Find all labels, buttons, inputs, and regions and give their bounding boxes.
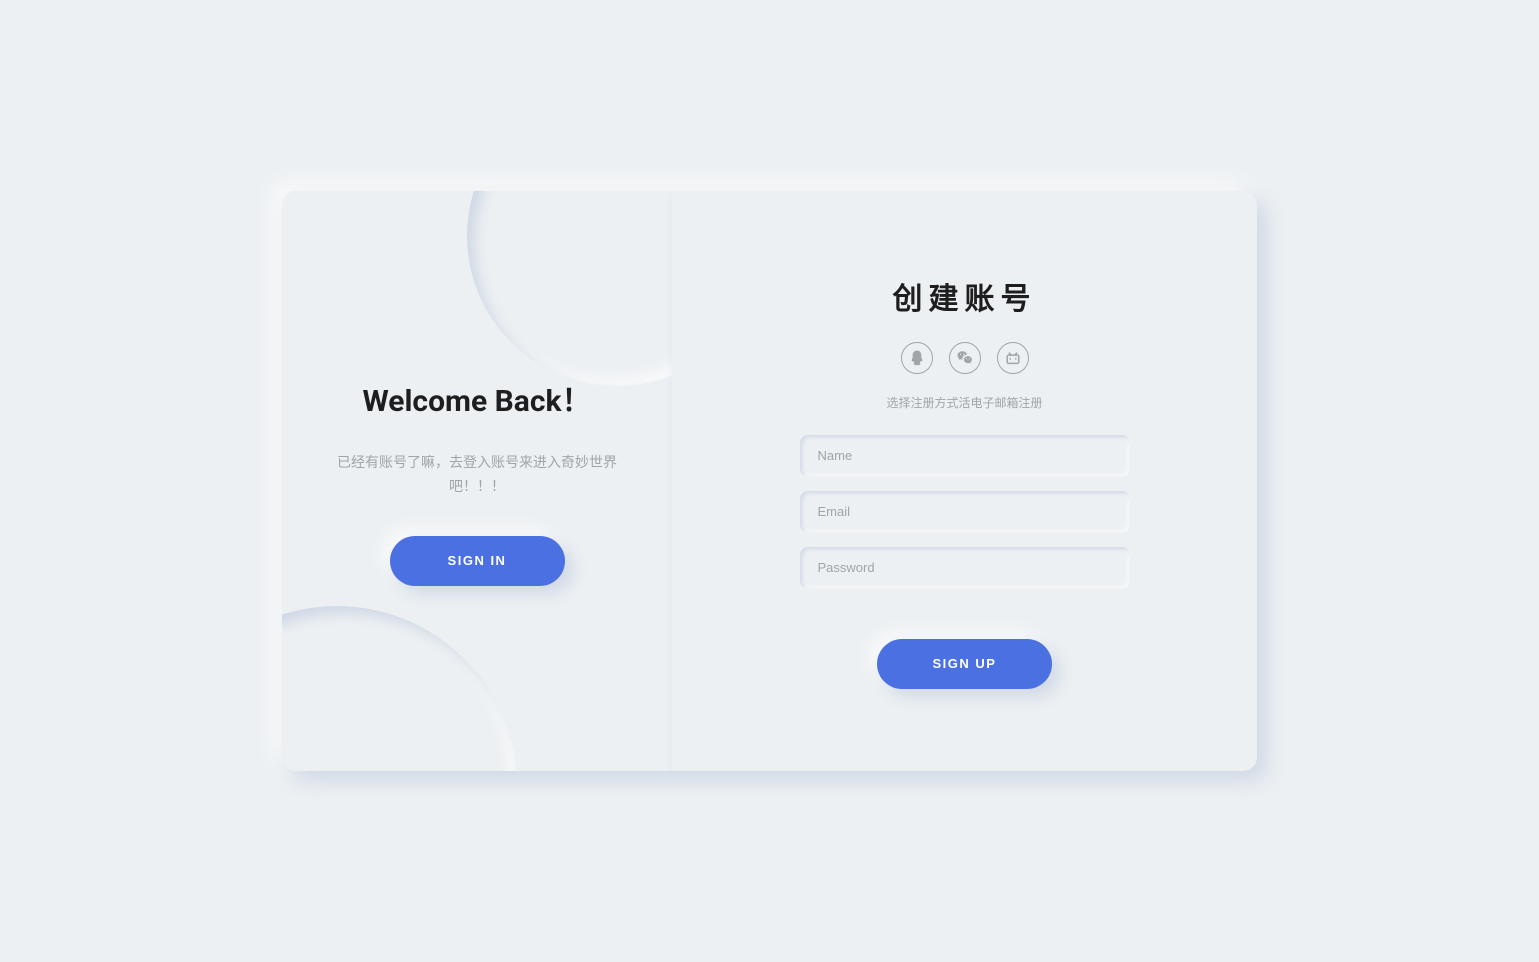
bilibili-icon[interactable] (997, 342, 1029, 374)
sign-up-button[interactable]: SIGN UP (877, 639, 1052, 689)
social-row (901, 342, 1029, 374)
password-input[interactable] (800, 547, 1130, 589)
welcome-desc: 已经有账号了嘛，去登入账号来进入奇妙世界吧！！！ (337, 452, 617, 500)
auth-card: Welcome Back！ 已经有账号了嘛，去登入账号来进入奇妙世界吧！！！ S… (282, 191, 1257, 771)
welcome-title: Welcome Back！ (363, 376, 592, 420)
decor-circle-top (467, 191, 672, 386)
signup-hint: 选择注册方式活电子邮箱注册 (886, 394, 1042, 411)
email-input[interactable] (800, 491, 1130, 533)
sign-in-button[interactable]: SIGN IN (390, 536, 565, 586)
welcome-panel: Welcome Back！ 已经有账号了嘛，去登入账号来进入奇妙世界吧！！！ S… (282, 191, 672, 771)
name-input[interactable] (800, 435, 1130, 477)
decor-circle-bottom (282, 606, 517, 771)
signup-form (800, 435, 1130, 589)
signup-title: 创建账号 (893, 274, 1037, 318)
qq-icon[interactable] (901, 342, 933, 374)
wechat-icon[interactable] (949, 342, 981, 374)
signup-panel: 创建账号 选择注册方式活电子邮箱注册 SIGN UP (672, 191, 1257, 771)
